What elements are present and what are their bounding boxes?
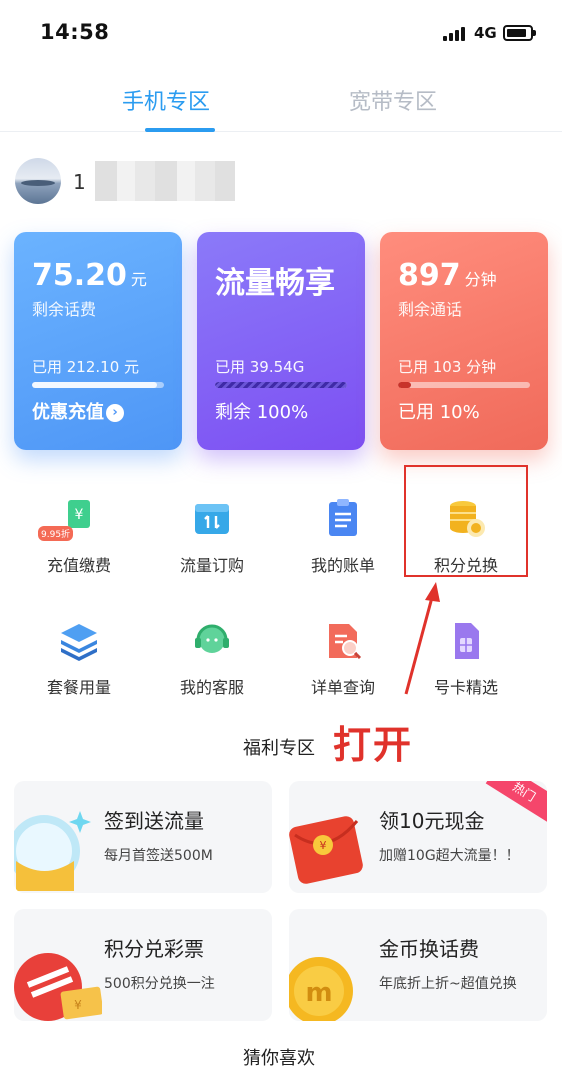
service-detail-query[interactable]: 详单查询: [278, 620, 408, 720]
user-info[interactable]: 1: [15, 158, 275, 206]
promo-points-lottery[interactable]: ¥ 积分兑彩票 500积分兑换一注: [14, 909, 272, 1021]
service-label: 详单查询: [310, 678, 375, 697]
recharge-link[interactable]: 优惠充值 ›: [32, 398, 124, 424]
battery-icon: [503, 25, 536, 41]
svg-text:m: m: [305, 978, 332, 1008]
crystal-ball-icon: [14, 811, 91, 891]
data-order-icon: [191, 498, 233, 540]
recharge-link-label: 优惠充值: [32, 402, 104, 423]
layers-icon: [58, 620, 100, 662]
active-tab-indicator: [145, 128, 215, 132]
data-progress-bar: [215, 382, 347, 388]
balance-label: 剩余话费: [32, 300, 97, 319]
balance-card[interactable]: 75.20 元 剩余话费 已用 212.10 元 优惠充值 ›: [14, 232, 182, 450]
tab-broadband-zone[interactable]: 宽带专区: [349, 84, 437, 116]
status-bar: 14:58 4G: [0, 0, 562, 64]
promo-title: 领10元现金: [379, 809, 485, 833]
chevron-right-icon: ›: [106, 404, 124, 422]
sim-card-icon: [445, 620, 487, 662]
promo-title: 签到送流量: [104, 809, 204, 833]
voice-progress-fill: [398, 382, 412, 388]
signal-icon: [443, 27, 467, 41]
promo-checkin-data[interactable]: 签到送流量 每月首签送500M: [14, 781, 272, 893]
headset-icon: [191, 620, 233, 662]
balance-progress-fill: [32, 382, 158, 388]
promo-description: 年底折上折~超值兑换: [379, 976, 517, 992]
promo-description: 每月首签送500M: [104, 848, 213, 864]
user-phone-number: 1: [73, 170, 86, 194]
avatar[interactable]: [15, 158, 61, 204]
service-recharge[interactable]: ¥ 9.95折 充值缴费: [14, 498, 144, 598]
service-data-order[interactable]: 流量订购: [147, 498, 277, 598]
welfare-section-title: 福利专区: [243, 738, 315, 759]
service-plan-usage[interactable]: 套餐用量: [14, 620, 144, 720]
balance-value: 75.20: [32, 258, 127, 293]
service-label: 我的账单: [310, 556, 375, 575]
svg-text:¥: ¥: [74, 998, 82, 1012]
balance-unit: 元: [130, 270, 147, 289]
discount-badge: 9.95折: [38, 526, 74, 541]
promo-description: 加赠10G超大流量！！: [379, 848, 520, 864]
voice-unit: 分钟: [464, 270, 497, 289]
voice-used-percent: 已用 10%: [398, 402, 480, 423]
voice-label: 剩余通话: [398, 300, 463, 319]
promo-cash-reward[interactable]: ¥ 热门 领10元现金 加赠10G超大流量！！: [289, 781, 547, 893]
data-remaining: 剩余 100%: [215, 402, 309, 423]
data-progress-fill: [215, 382, 347, 388]
data-title: 流量畅享: [215, 266, 335, 301]
svg-text:¥: ¥: [75, 507, 84, 523]
data-used: 已用 39.54G: [215, 358, 305, 376]
guess-you-like-title: 猜你喜欢: [243, 1048, 315, 1069]
balance-progress-bar: [32, 382, 164, 388]
service-my-bill[interactable]: 我的账单: [278, 498, 408, 598]
voice-used: 已用 103 分钟: [398, 358, 497, 376]
bill-icon: [322, 498, 364, 540]
tab-mobile-zone[interactable]: 手机专区: [122, 84, 210, 116]
network-type: 4G: [474, 24, 497, 42]
gold-coin-icon: m: [289, 957, 353, 1021]
promo-title: 金币换话费: [379, 937, 479, 961]
promo-description: 500积分兑换一注: [104, 976, 215, 992]
svg-text:¥: ¥: [320, 839, 327, 852]
balance-used: 已用 212.10 元: [32, 358, 140, 376]
voice-value: 897: [398, 258, 461, 293]
redacted-phone-number: [95, 161, 235, 201]
document-search-icon: [322, 620, 364, 662]
annotation-arrow: [404, 582, 440, 695]
lottery-ticket-icon: ¥: [14, 953, 102, 1021]
promo-title: 积分兑彩票: [104, 937, 204, 961]
balance-value-row: 75.20 元: [32, 258, 147, 293]
zone-tabs: 手机专区 宽带专区: [0, 70, 562, 132]
voice-value-row: 897 分钟: [398, 258, 497, 293]
annotation-highlight-box: [404, 465, 528, 577]
service-customer-service[interactable]: 我的客服: [147, 620, 277, 720]
service-label: 流量订购: [179, 556, 244, 575]
service-label: 我的客服: [179, 678, 244, 697]
voice-progress-bar: [398, 382, 530, 388]
hot-tag: 热门: [485, 781, 547, 823]
red-envelope-icon: ¥: [289, 816, 363, 884]
service-label: 套餐用量: [46, 678, 111, 697]
promo-coin-exchange[interactable]: m 金币换话费 年底折上折~超值兑换: [289, 909, 547, 1021]
data-card[interactable]: 流量畅享 已用 39.54G 剩余 100%: [197, 232, 365, 450]
annotation-text: 打开: [333, 723, 414, 767]
voice-card[interactable]: 897 分钟 剩余通话 已用 103 分钟 已用 10%: [380, 232, 548, 450]
service-label: 充值缴费: [46, 556, 111, 575]
status-time: 14:58: [40, 20, 110, 44]
